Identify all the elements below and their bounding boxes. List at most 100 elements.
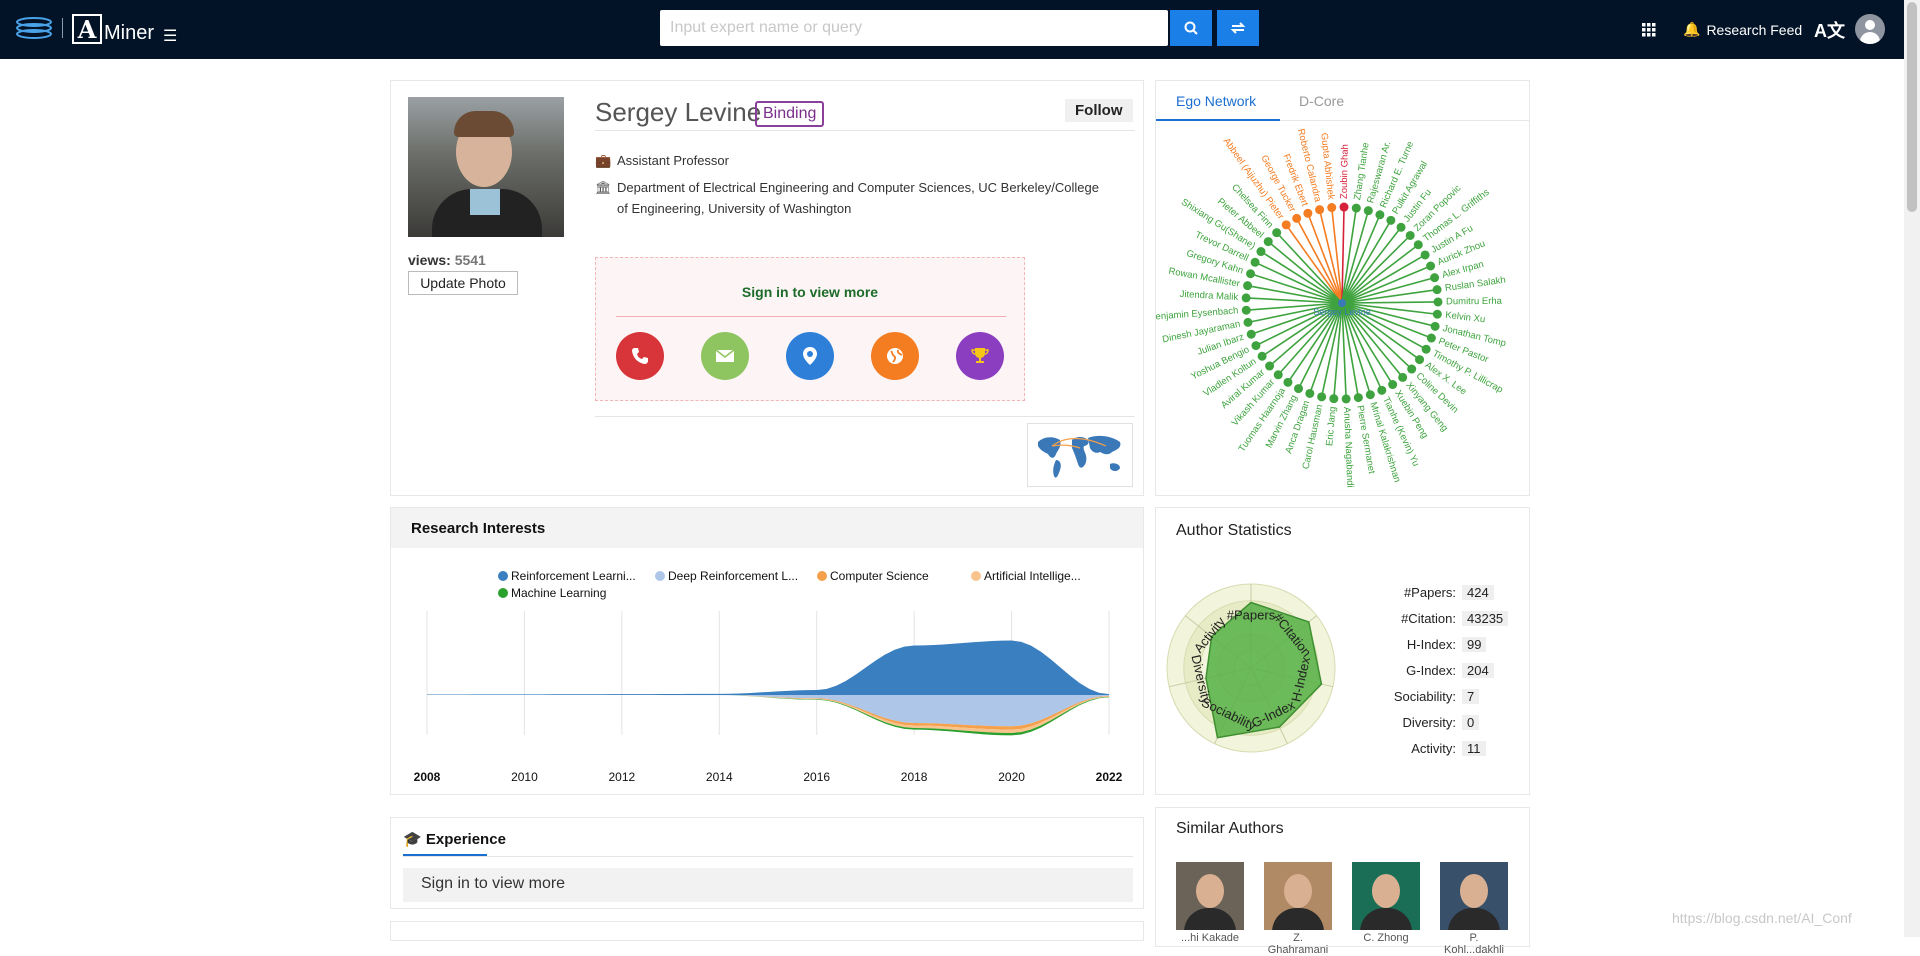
ego-network-graph[interactable]: Abbeel (Aijuzhu) PieterGeorge TuckerFred…: [1156, 123, 1529, 493]
org-logo[interactable]: [14, 14, 54, 42]
ego-node[interactable]: [1305, 388, 1315, 398]
ego-node-label[interactable]: Eric Jang: [1324, 406, 1338, 446]
search-input[interactable]: [660, 10, 1168, 46]
ego-node[interactable]: [1363, 206, 1373, 216]
ego-node[interactable]: [1251, 341, 1261, 351]
legend-label[interactable]: Deep Reinforcement L...: [668, 569, 798, 583]
ego-node[interactable]: [1421, 344, 1431, 354]
ego-node[interactable]: [1281, 220, 1291, 230]
ego-node[interactable]: [1396, 222, 1406, 232]
similar-author-photo[interactable]: [1352, 862, 1420, 930]
legend-swatch[interactable]: [817, 571, 827, 581]
ego-node[interactable]: [1353, 393, 1363, 403]
ego-node[interactable]: [1398, 372, 1408, 382]
ego-node[interactable]: [1433, 297, 1443, 307]
ego-node[interactable]: [1341, 394, 1351, 404]
legend-label[interactable]: Artificial Intellige...: [984, 569, 1081, 583]
switch-search-button[interactable]: [1217, 10, 1259, 46]
ego-node[interactable]: [1386, 215, 1396, 225]
series-area-reinforcement-learning[interactable]: [427, 640, 1109, 695]
ego-node[interactable]: [1283, 377, 1293, 387]
ego-node[interactable]: [1327, 203, 1337, 213]
ego-node[interactable]: [1265, 361, 1275, 371]
legend-swatch[interactable]: [498, 571, 508, 581]
ego-node[interactable]: [1426, 333, 1436, 343]
ego-node[interactable]: [1420, 250, 1430, 260]
update-photo-button[interactable]: Update Photo: [408, 271, 518, 295]
similar-author-name[interactable]: ...hi Kakade: [1176, 932, 1244, 944]
experience-sign-in[interactable]: Sign in to view more: [403, 868, 1133, 902]
ego-node[interactable]: [1329, 394, 1339, 404]
similar-author-photo[interactable]: [1176, 862, 1244, 930]
ego-node[interactable]: [1246, 329, 1256, 339]
ego-node[interactable]: [1303, 208, 1313, 218]
ego-node[interactable]: [1377, 385, 1387, 395]
legend-label[interactable]: Machine Learning: [511, 586, 606, 600]
ego-node[interactable]: [1250, 257, 1260, 267]
ego-node[interactable]: [1432, 285, 1442, 295]
ego-node[interactable]: [1292, 213, 1302, 223]
tab-d-core[interactable]: D-Core: [1299, 93, 1344, 109]
homepage-button[interactable]: [871, 332, 919, 380]
ego-node[interactable]: [1256, 247, 1266, 257]
legend-label[interactable]: Reinforcement Learni...: [511, 569, 636, 583]
tab-ego-network[interactable]: Ego Network: [1176, 93, 1256, 109]
ego-node[interactable]: [1317, 392, 1327, 402]
page-scrollbar[interactable]: [1904, 0, 1920, 937]
menu-collapse-icon[interactable]: ☰: [163, 26, 177, 46]
scrollbar-thumb[interactable]: [1907, 2, 1917, 212]
ego-node[interactable]: [1263, 237, 1273, 247]
legend-swatch[interactable]: [498, 588, 508, 598]
ego-node[interactable]: [1430, 273, 1440, 283]
location-button[interactable]: [786, 332, 834, 380]
similar-author-photo[interactable]: [1440, 862, 1508, 930]
aminer-logo[interactable]: A Miner: [72, 12, 154, 46]
research-feed-link[interactable]: 🔔 Research Feed: [1683, 0, 1802, 59]
ego-node[interactable]: [1339, 202, 1349, 212]
ego-node[interactable]: [1415, 355, 1425, 365]
ego-node[interactable]: [1405, 230, 1415, 240]
ego-node[interactable]: [1375, 210, 1385, 220]
ego-node[interactable]: [1294, 384, 1304, 394]
ego-node-label[interactable]: Jitendra Malik: [1179, 289, 1238, 303]
ego-node[interactable]: [1413, 240, 1423, 250]
ego-node-label[interactable]: Kelvin Xu: [1445, 310, 1486, 326]
world-map-thumbnail[interactable]: [1027, 423, 1133, 487]
ego-node-label[interactable]: Zoubin Ghah: [1339, 144, 1351, 199]
similar-author-name[interactable]: P. Kohl...dakhli: [1440, 932, 1508, 956]
ego-node[interactable]: [1430, 321, 1440, 331]
search-button[interactable]: [1170, 10, 1212, 46]
ego-node[interactable]: [1432, 309, 1442, 319]
similar-author-photo[interactable]: [1264, 862, 1332, 930]
ego-center-node[interactable]: [1338, 299, 1346, 307]
research-interests-chart[interactable]: 2008 2010 2012 2014 2016 2018 2020 2022 Reinforc…: [391, 549, 1143, 795]
ego-node[interactable]: [1273, 370, 1283, 380]
legend-swatch[interactable]: [655, 571, 665, 581]
ego-node[interactable]: [1241, 305, 1251, 315]
legend-label[interactable]: Computer Science: [830, 569, 929, 583]
ego-node-label[interactable]: Dumitru Erha: [1446, 296, 1503, 308]
follow-button[interactable]: Follow: [1065, 99, 1133, 122]
awards-button[interactable]: [956, 332, 1004, 380]
ego-node[interactable]: [1351, 203, 1361, 213]
language-switch[interactable]: A文: [1814, 0, 1845, 59]
ego-node[interactable]: [1272, 228, 1282, 238]
ego-node[interactable]: [1257, 351, 1267, 361]
ego-node[interactable]: [1243, 317, 1253, 327]
ego-node[interactable]: [1241, 293, 1251, 303]
ego-node-label[interactable]: Anusha Nagabandi: [1341, 407, 1355, 488]
series-area[interactable]: [427, 695, 1109, 727]
ego-node[interactable]: [1243, 281, 1253, 291]
legend-swatch[interactable]: [971, 571, 981, 581]
phone-button[interactable]: [616, 332, 664, 380]
email-button[interactable]: [701, 332, 749, 380]
ego-node[interactable]: [1315, 205, 1325, 215]
profile-photo[interactable]: [408, 97, 564, 237]
sign-in-link[interactable]: Sign in to view more: [596, 284, 1024, 300]
ego-node[interactable]: [1407, 364, 1417, 374]
user-avatar[interactable]: [1855, 14, 1885, 44]
similar-author-name[interactable]: C. Zhong: [1352, 932, 1420, 944]
ego-node[interactable]: [1388, 380, 1398, 390]
ego-node[interactable]: [1246, 269, 1256, 279]
binding-badge[interactable]: Binding: [755, 101, 825, 127]
